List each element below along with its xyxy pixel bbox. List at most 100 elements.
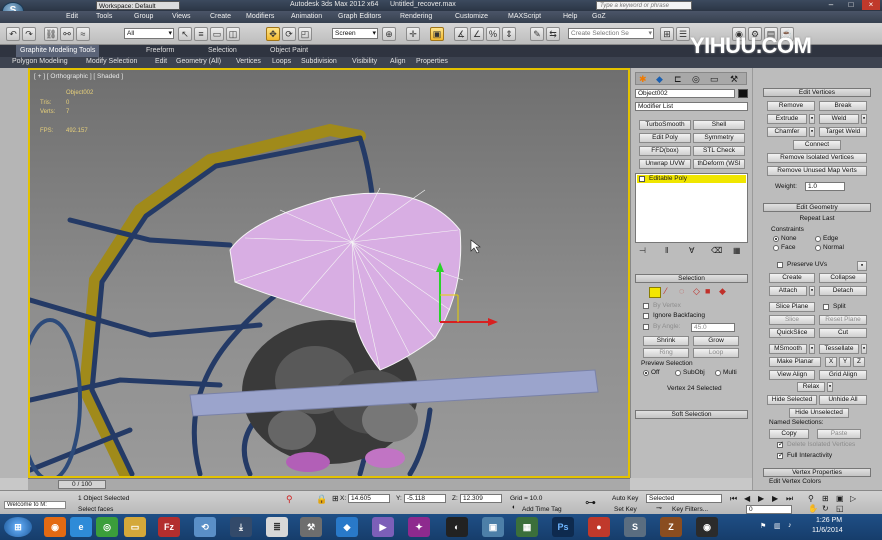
msmooth-settings-button[interactable]: ▪ [809, 344, 815, 354]
constraint-none-radio[interactable] [773, 236, 779, 242]
tray-network-icon[interactable]: ▥ [774, 522, 781, 530]
select-by-name-icon[interactable]: ≡ [194, 27, 208, 41]
collapse-button[interactable]: Collapse [819, 273, 867, 283]
planar-y-button[interactable]: Y [839, 357, 851, 367]
go-to-start-icon[interactable]: ⏮ [730, 494, 737, 504]
spinner-snap-icon[interactable]: ⇕ [502, 27, 516, 41]
symmetry-button[interactable]: Symmetry [693, 133, 745, 143]
3dsmax-taskbar-icon[interactable]: S [624, 517, 646, 537]
shell-button[interactable]: Shell [693, 120, 745, 130]
element-cube-icon[interactable]: ◆ [719, 286, 726, 297]
select-manipulate-icon[interactable]: ✛ [406, 27, 420, 41]
zbrush-icon[interactable]: Z [660, 517, 682, 537]
preview-multi-radio[interactable] [715, 370, 721, 376]
clock-date[interactable]: 11/6/2014 [812, 527, 843, 534]
attach-button[interactable]: Attach [769, 286, 807, 296]
attach-settings-button[interactable]: ▪ [809, 286, 815, 296]
view-align-button[interactable]: View Align [769, 370, 815, 380]
tray-volume-icon[interactable]: ♪ [788, 522, 792, 529]
select-and-scale-icon[interactable]: ◰ [298, 27, 312, 41]
make-planar-button[interactable]: Make Planar [769, 357, 821, 367]
menu-customize[interactable]: Customize [455, 13, 488, 20]
ribbon-modify-selection[interactable]: Modify Selection [86, 58, 137, 65]
maximize-button[interactable]: □ [842, 0, 860, 10]
configure-modifier-sets-icon[interactable]: ▦ [733, 246, 741, 255]
menu-tools[interactable]: Tools [96, 13, 112, 20]
orbit-icon[interactable]: ↻ [822, 504, 829, 513]
graphics-app-icon[interactable]: ✦ [408, 517, 430, 537]
hide-selected-button[interactable]: Hide Selected [767, 395, 817, 405]
preview-off-radio[interactable] [643, 370, 649, 376]
object-color-swatch[interactable] [738, 89, 748, 98]
connect-button[interactable]: Connect [793, 140, 841, 150]
split-checkbox[interactable] [823, 304, 829, 310]
constraint-edge-radio[interactable] [815, 236, 821, 242]
time-slider[interactable]: 0 / 100 [28, 478, 630, 490]
unwrap-uvw-button[interactable]: Unwrap UVW [639, 159, 691, 169]
preserve-uvs-checkbox[interactable] [777, 262, 783, 268]
ribbon-edit[interactable]: Edit [155, 58, 167, 65]
key-filters-button[interactable]: Key Filters... [672, 506, 708, 513]
named-selection-set-dropdown[interactable]: Create Selection Se [568, 28, 654, 39]
layer-manager-icon[interactable]: ☰ [676, 27, 690, 41]
object-name-field[interactable]: Object002 [635, 89, 735, 98]
display-tab-icon[interactable]: ▭ [710, 74, 719, 85]
select-link-icon[interactable]: ⛓ [44, 27, 58, 41]
menu-views[interactable]: Views [172, 13, 191, 20]
absolute-mode-icon[interactable]: ⊞ [332, 494, 339, 503]
edit-geometry-rollout[interactable]: Edit Geometry [763, 203, 871, 212]
angle-snap-icon[interactable]: ∠ [470, 27, 484, 41]
weld-button[interactable]: Weld [819, 114, 859, 124]
tab-graphite-modeling-tools[interactable]: Graphite Modeling Tools [16, 45, 100, 57]
start-button[interactable]: ⊞ [4, 517, 32, 537]
clock-time[interactable]: 1:26 PM [816, 517, 842, 524]
ring-button[interactable]: Ring [643, 348, 689, 358]
menu-graph-editors[interactable]: Graph Editors [338, 13, 381, 20]
previous-frame-icon[interactable]: ◀ [744, 494, 750, 503]
tessellate-settings-button[interactable]: ▪ [861, 344, 867, 354]
remove-unused-map-verts-button[interactable]: Remove Unused Map Verts [767, 166, 867, 176]
thdeform-button[interactable]: thDeform (WSI [693, 159, 745, 169]
weight-field[interactable]: 1.0 [805, 182, 845, 191]
menu-animation[interactable]: Animation [291, 13, 322, 20]
tool-app-icon[interactable]: ⚒ [300, 517, 322, 537]
show-end-result-icon[interactable]: ‖ [665, 246, 668, 255]
select-and-move-icon[interactable]: ✥ [266, 27, 280, 41]
grow-button[interactable]: Grow [693, 336, 739, 346]
video-app-icon[interactable]: ▦ [516, 517, 538, 537]
key-filters-icon[interactable]: ⊸ [656, 504, 662, 512]
remove-button[interactable]: Remove [767, 101, 815, 111]
planar-x-button[interactable]: X [825, 357, 837, 367]
pivot-center-icon[interactable]: ⊕ [382, 27, 396, 41]
workspace-dropdown[interactable]: Workspace: Default [96, 1, 180, 10]
by-angle-field[interactable]: 45.0 [691, 323, 735, 332]
time-tag-icon[interactable]: ◐ [512, 504, 516, 511]
quickslice-button[interactable]: QuickSlice [769, 328, 815, 338]
slice-button[interactable]: Slice [769, 315, 815, 325]
screen-capture-icon[interactable]: ▣ [482, 517, 504, 537]
edit-poly-button[interactable]: Edit Poly [639, 133, 691, 143]
motion-tab-icon[interactable]: ◎ [692, 74, 700, 85]
x-coordinate-field[interactable]: 14.605 [348, 494, 390, 503]
constraint-face-radio[interactable] [773, 245, 779, 251]
orthographic-viewport[interactable]: [ + ] [ Orthographic ] [ Shaded ] Object… [28, 68, 630, 478]
ribbon-geometry-all[interactable]: Geometry (All) [176, 58, 221, 65]
remove-isolated-vertices-button[interactable]: Remove Isolated Vertices [767, 153, 867, 163]
selection-rollout[interactable]: Selection [635, 274, 748, 283]
ribbon-vertices[interactable]: Vertices [236, 58, 261, 65]
full-interactivity-checkbox[interactable] [777, 451, 784, 459]
maximize-viewport-icon[interactable]: ◱ [836, 504, 844, 513]
border-mode-icon[interactable]: ◌ [679, 286, 684, 296]
align-icon[interactable]: ⊞ [660, 27, 674, 41]
zoom-all-icon[interactable]: ⊞ [822, 494, 829, 503]
unlink-icon[interactable]: ⚯ [60, 27, 74, 41]
go-to-end-icon[interactable]: ⏭ [786, 494, 793, 504]
network-app-icon[interactable]: ⟲ [194, 517, 216, 537]
undo-icon[interactable]: ↶ [6, 27, 20, 41]
notepad-icon[interactable]: ≣ [266, 517, 288, 537]
tray-flag-icon[interactable]: ⚑ [760, 522, 766, 530]
close-button[interactable]: × [862, 0, 880, 10]
target-weld-button[interactable]: Target Weld [819, 127, 867, 137]
isolate-selection-icon[interactable]: ⚲ [286, 494, 293, 505]
recorder-icon[interactable]: ● [588, 517, 610, 537]
